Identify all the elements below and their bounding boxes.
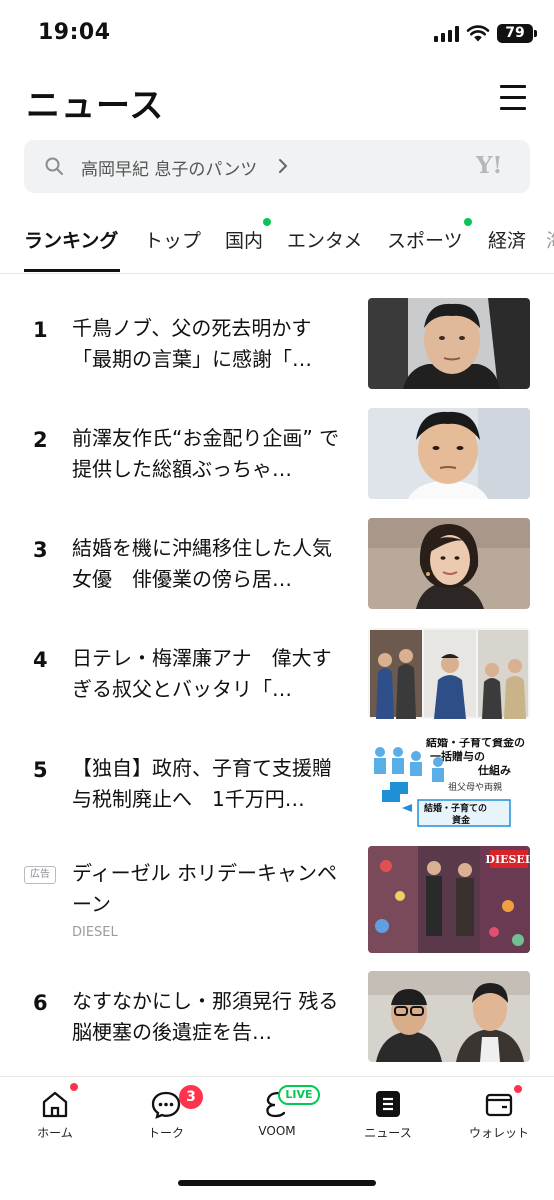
thumb-caption: 資金 (452, 814, 471, 826)
thumb-caption: 結婚・子育て資金の (426, 738, 525, 749)
nav-talk[interactable]: 3 トーク (111, 1077, 221, 1157)
talk-unread-badge: 3 (179, 1085, 203, 1109)
news-item[interactable]: 3 結婚を機に沖縄移住した人気女優 俳優業の傍ら居… (0, 518, 554, 628)
home-notification-dot (70, 1083, 78, 1091)
yahoo-logo: Y! (476, 152, 503, 179)
nav-wallet[interactable]: ウォレット (444, 1077, 554, 1157)
search-icon (45, 157, 63, 175)
tab-active-indicator (24, 269, 120, 272)
news-item[interactable]: 4 日テレ・梅澤廉アナ 偉大すぎる叔父とバッタリ「… (0, 628, 554, 738)
tab-domestic[interactable]: 国内 (225, 226, 263, 253)
thumb-caption: 結婚・子育ての (424, 802, 487, 814)
tab-ranking[interactable]: ランキング (24, 226, 118, 253)
thumb-caption: 祖父母や両親 (448, 781, 502, 793)
news-thumbnail[interactable] (368, 971, 530, 1062)
news-thumbnail[interactable]: 結婚・子育て資金の 一括贈与の 仕組み 祖父母や両親 結婚・子育ての 資金 (368, 738, 530, 829)
tab-entertainment[interactable]: エンタメ (287, 226, 362, 253)
search-bar[interactable]: 高岡早紀 息子のパンツ Y! (24, 140, 530, 193)
nav-voom-label: VOOM (258, 1124, 296, 1138)
tab-domestic-dot (263, 218, 271, 226)
news-thumbnail[interactable] (368, 298, 530, 389)
news-item[interactable]: 6 なすなかにし・那須晃行 残る脳梗塞の後遺症を告… (0, 971, 554, 1081)
nav-talk-label: トーク (147, 1126, 184, 1140)
tab-next-partial[interactable]: 海外 (546, 226, 554, 253)
news-item[interactable]: 1 千鳥ノブ、父の死去明かす「最期の言葉」に感謝「… (0, 298, 554, 408)
ad-item[interactable]: 広告 ディーゼル ホリデーキャンペーン DIESEL DIESEL (0, 846, 554, 956)
news-headline[interactable]: 千鳥ノブ、父の死去明かす「最期の言葉」に感謝「… (72, 313, 346, 375)
category-tabs: ランキング トップ 国内 エンタメ スポーツ 経済 海外 (0, 210, 554, 274)
status-time: 19:04 (38, 20, 111, 45)
news-icon (376, 1091, 400, 1117)
ad-source: DIESEL (72, 925, 118, 940)
news-rank: 5 (33, 758, 48, 782)
ad-badge: 広告 (24, 866, 56, 884)
tab-top[interactable]: トップ (144, 226, 201, 253)
ad-thumbnail[interactable]: DIESEL (368, 846, 530, 953)
news-headline[interactable]: 【独自】政府、子育て支援贈与税制廃止へ 1千万円… (72, 753, 346, 815)
nav-news[interactable]: ニュース (333, 1077, 443, 1157)
news-thumbnail[interactable] (368, 628, 530, 719)
news-item[interactable]: 5 【独自】政府、子育て支援贈与税制廃止へ 1千万円… 結婚・子育て資金の 一括… (0, 738, 554, 848)
nav-home-label: ホーム (37, 1126, 73, 1140)
page-title: ニュース (26, 86, 165, 126)
tab-sports[interactable]: スポーツ (387, 226, 463, 253)
news-headline[interactable]: 結婚を機に沖縄移住した人気女優 俳優業の傍ら居… (72, 533, 346, 595)
nav-home[interactable]: ホーム (0, 1077, 110, 1157)
thumb-caption: 仕組み (477, 763, 511, 777)
battery-tip (534, 30, 537, 37)
news-headline[interactable]: 前澤友作氏“お金配り企画” で提供した総額ぶっちゃ… (72, 423, 346, 485)
home-icon (42, 1091, 68, 1118)
news-rank: 1 (33, 318, 48, 342)
status-bar: 19:04 79 (0, 0, 554, 64)
news-item[interactable]: 2 前澤友作氏“お金配り企画” で提供した総額ぶっちゃ… (0, 408, 554, 518)
cellular-signal-icon (434, 26, 460, 42)
tab-sports-dot (464, 218, 472, 226)
ad-headline[interactable]: ディーゼル ホリデーキャンペーン (72, 858, 346, 920)
news-thumbnail[interactable] (368, 518, 530, 609)
nav-wallet-label: ウォレット (468, 1126, 529, 1140)
news-rank: 3 (33, 538, 48, 562)
wifi-icon (466, 25, 490, 42)
diesel-logo: DIESEL (485, 853, 530, 866)
battery-icon: 79 (497, 24, 533, 43)
news-headline[interactable]: 日テレ・梅澤廉アナ 偉大すぎる叔父とバッタリ「… (72, 643, 346, 705)
news-rank: 6 (33, 991, 48, 1015)
wallet-notification-dot (514, 1085, 522, 1093)
menu-button[interactable] (500, 84, 526, 110)
news-rank: 2 (33, 428, 48, 452)
news-thumbnail[interactable] (368, 408, 530, 499)
chevron-right-icon (279, 159, 288, 173)
tab-economy[interactable]: 経済 (488, 226, 526, 253)
news-headline[interactable]: なすなかにし・那須晃行 残る脳梗塞の後遺症を告… (72, 986, 346, 1048)
nav-voom[interactable]: LIVE VOOM (222, 1077, 332, 1157)
news-rank: 4 (33, 648, 48, 672)
search-suggestion[interactable]: 高岡早紀 息子のパンツ (81, 155, 257, 180)
nav-news-label: ニュース (364, 1126, 412, 1140)
chat-icon (151, 1091, 181, 1119)
live-badge: LIVE (278, 1085, 320, 1105)
home-indicator (178, 1180, 376, 1186)
wallet-icon (485, 1093, 513, 1117)
